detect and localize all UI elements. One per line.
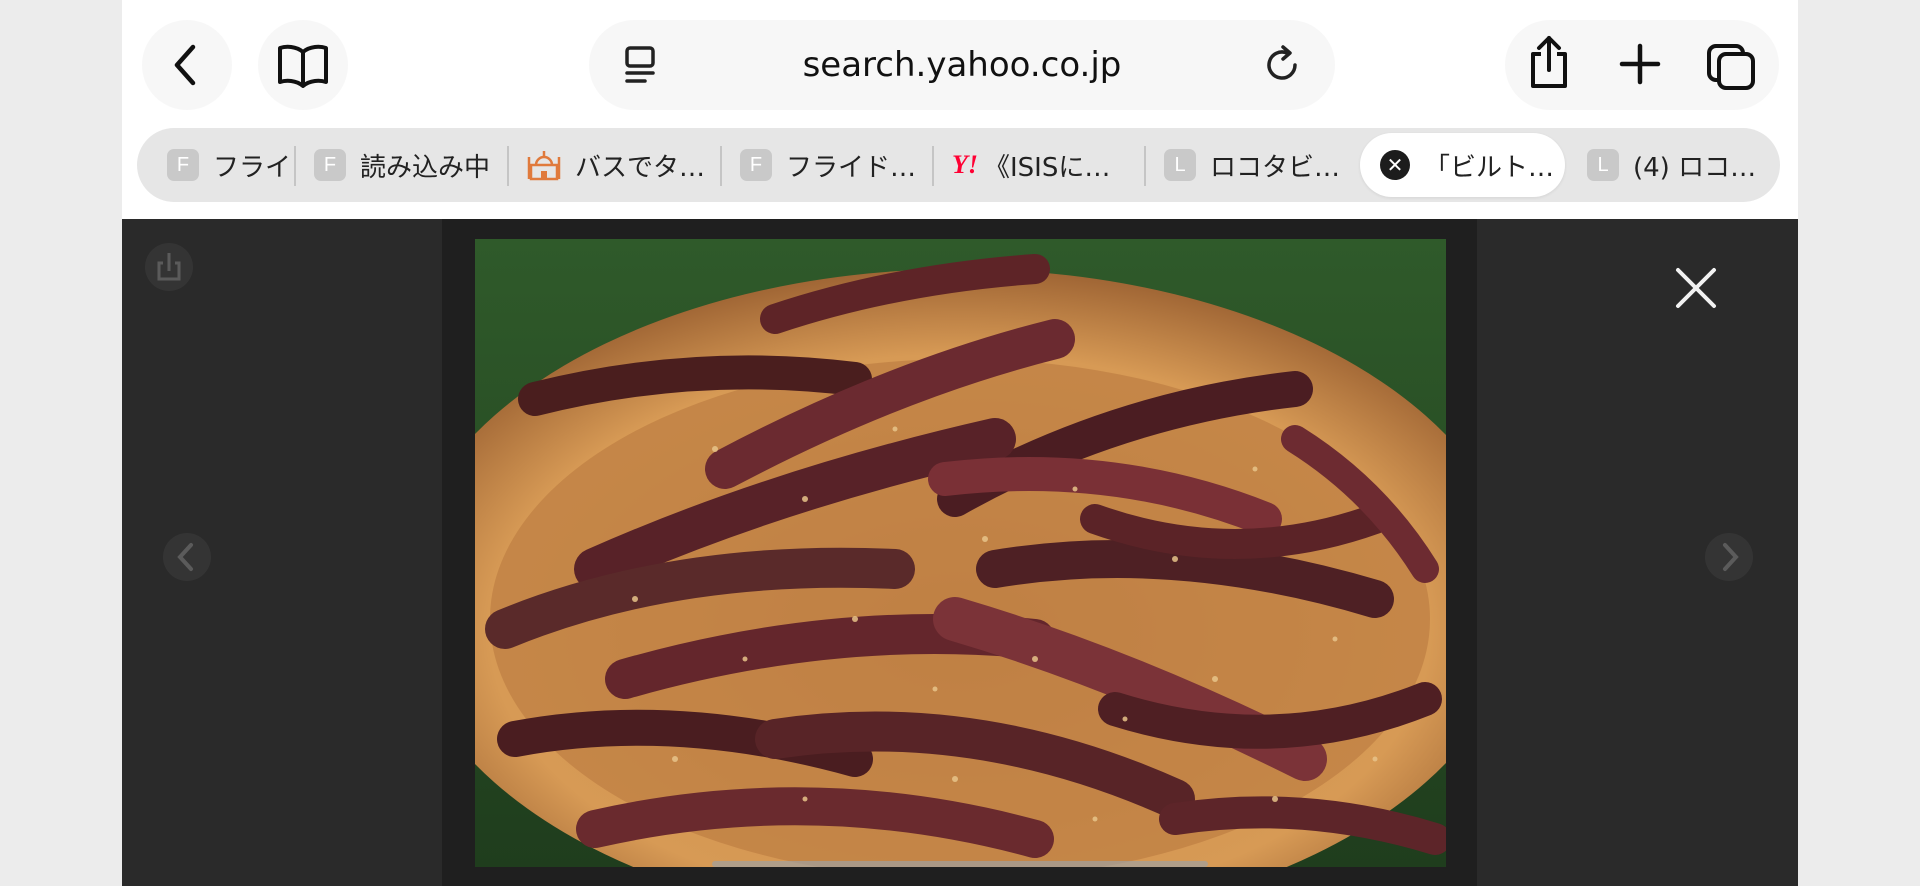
tab-label: ロコタビ… [1210, 152, 1341, 183]
book-icon [278, 44, 328, 88]
tab-bar: F フライ F 読み込み中 バスでタ… F フライド… Y! 《ISISに… L… [137, 128, 1780, 202]
reload-icon[interactable] [1261, 44, 1303, 86]
tab-label: バスでタ… [575, 152, 706, 183]
yahoo-favicon-icon: Y! [952, 150, 978, 179]
tab-separator [1144, 146, 1146, 186]
bookmarks-button[interactable] [258, 20, 348, 110]
chevron-right-icon[interactable] [1704, 529, 1754, 585]
close-tab-icon[interactable]: ✕ [1380, 150, 1410, 180]
tab-8[interactable]: L (4) ロコ… [1587, 128, 1772, 202]
address-bar[interactable]: search.yahoo.co.jp [589, 20, 1335, 110]
tab-7-active[interactable]: ✕ 「ビルト… [1360, 133, 1565, 197]
browser-window: search.yahoo.co.jp F フライ F 読み込み中 バスでタ… F… [122, 0, 1798, 886]
favicon-f-icon: F [314, 149, 346, 181]
share-icon[interactable] [1527, 34, 1571, 90]
tab-3[interactable]: バスでタ… [527, 128, 707, 202]
tab-label: 読み込み中 [360, 152, 491, 183]
toolbar-actions [1505, 20, 1779, 110]
tab-label: 《ISISに… [984, 152, 1111, 183]
chevron-left-icon [174, 44, 196, 86]
image-viewer [122, 219, 1798, 886]
url-text[interactable]: search.yahoo.co.jp [589, 20, 1335, 110]
chevron-left-icon[interactable] [162, 529, 212, 585]
biltong-image [475, 239, 1446, 867]
tab-1[interactable]: F フライ [167, 128, 289, 202]
tabs-icon[interactable] [1705, 42, 1757, 92]
favicon-f-icon: F [167, 149, 199, 181]
tab-separator [720, 146, 722, 186]
tab-label: (4) ロコ… [1633, 152, 1757, 183]
tab-separator [932, 146, 934, 186]
plus-icon[interactable] [1618, 42, 1662, 86]
tab-2[interactable]: F 読み込み中 [314, 128, 504, 202]
mosque-favicon-icon [527, 151, 561, 181]
share-icon[interactable] [144, 239, 194, 295]
favicon-f-icon: F [740, 149, 772, 181]
back-button[interactable] [142, 20, 232, 110]
tab-separator [294, 146, 296, 186]
tab-label: フライ [213, 152, 289, 183]
tab-label: フライド… [786, 152, 917, 183]
scroll-indicator [712, 861, 1208, 867]
tab-6[interactable]: L ロコタビ… [1164, 128, 1344, 202]
biltong-photo [475, 239, 1446, 867]
favicon-l-icon: L [1164, 149, 1196, 181]
tab-5[interactable]: Y! 《ISISに… [952, 128, 1132, 202]
tab-4[interactable]: F フライド… [740, 128, 920, 202]
favicon-l-icon: L [1587, 149, 1619, 181]
close-icon[interactable] [1665, 257, 1727, 319]
tab-label: 「ビルト… [1424, 152, 1555, 183]
tab-separator [507, 146, 509, 186]
